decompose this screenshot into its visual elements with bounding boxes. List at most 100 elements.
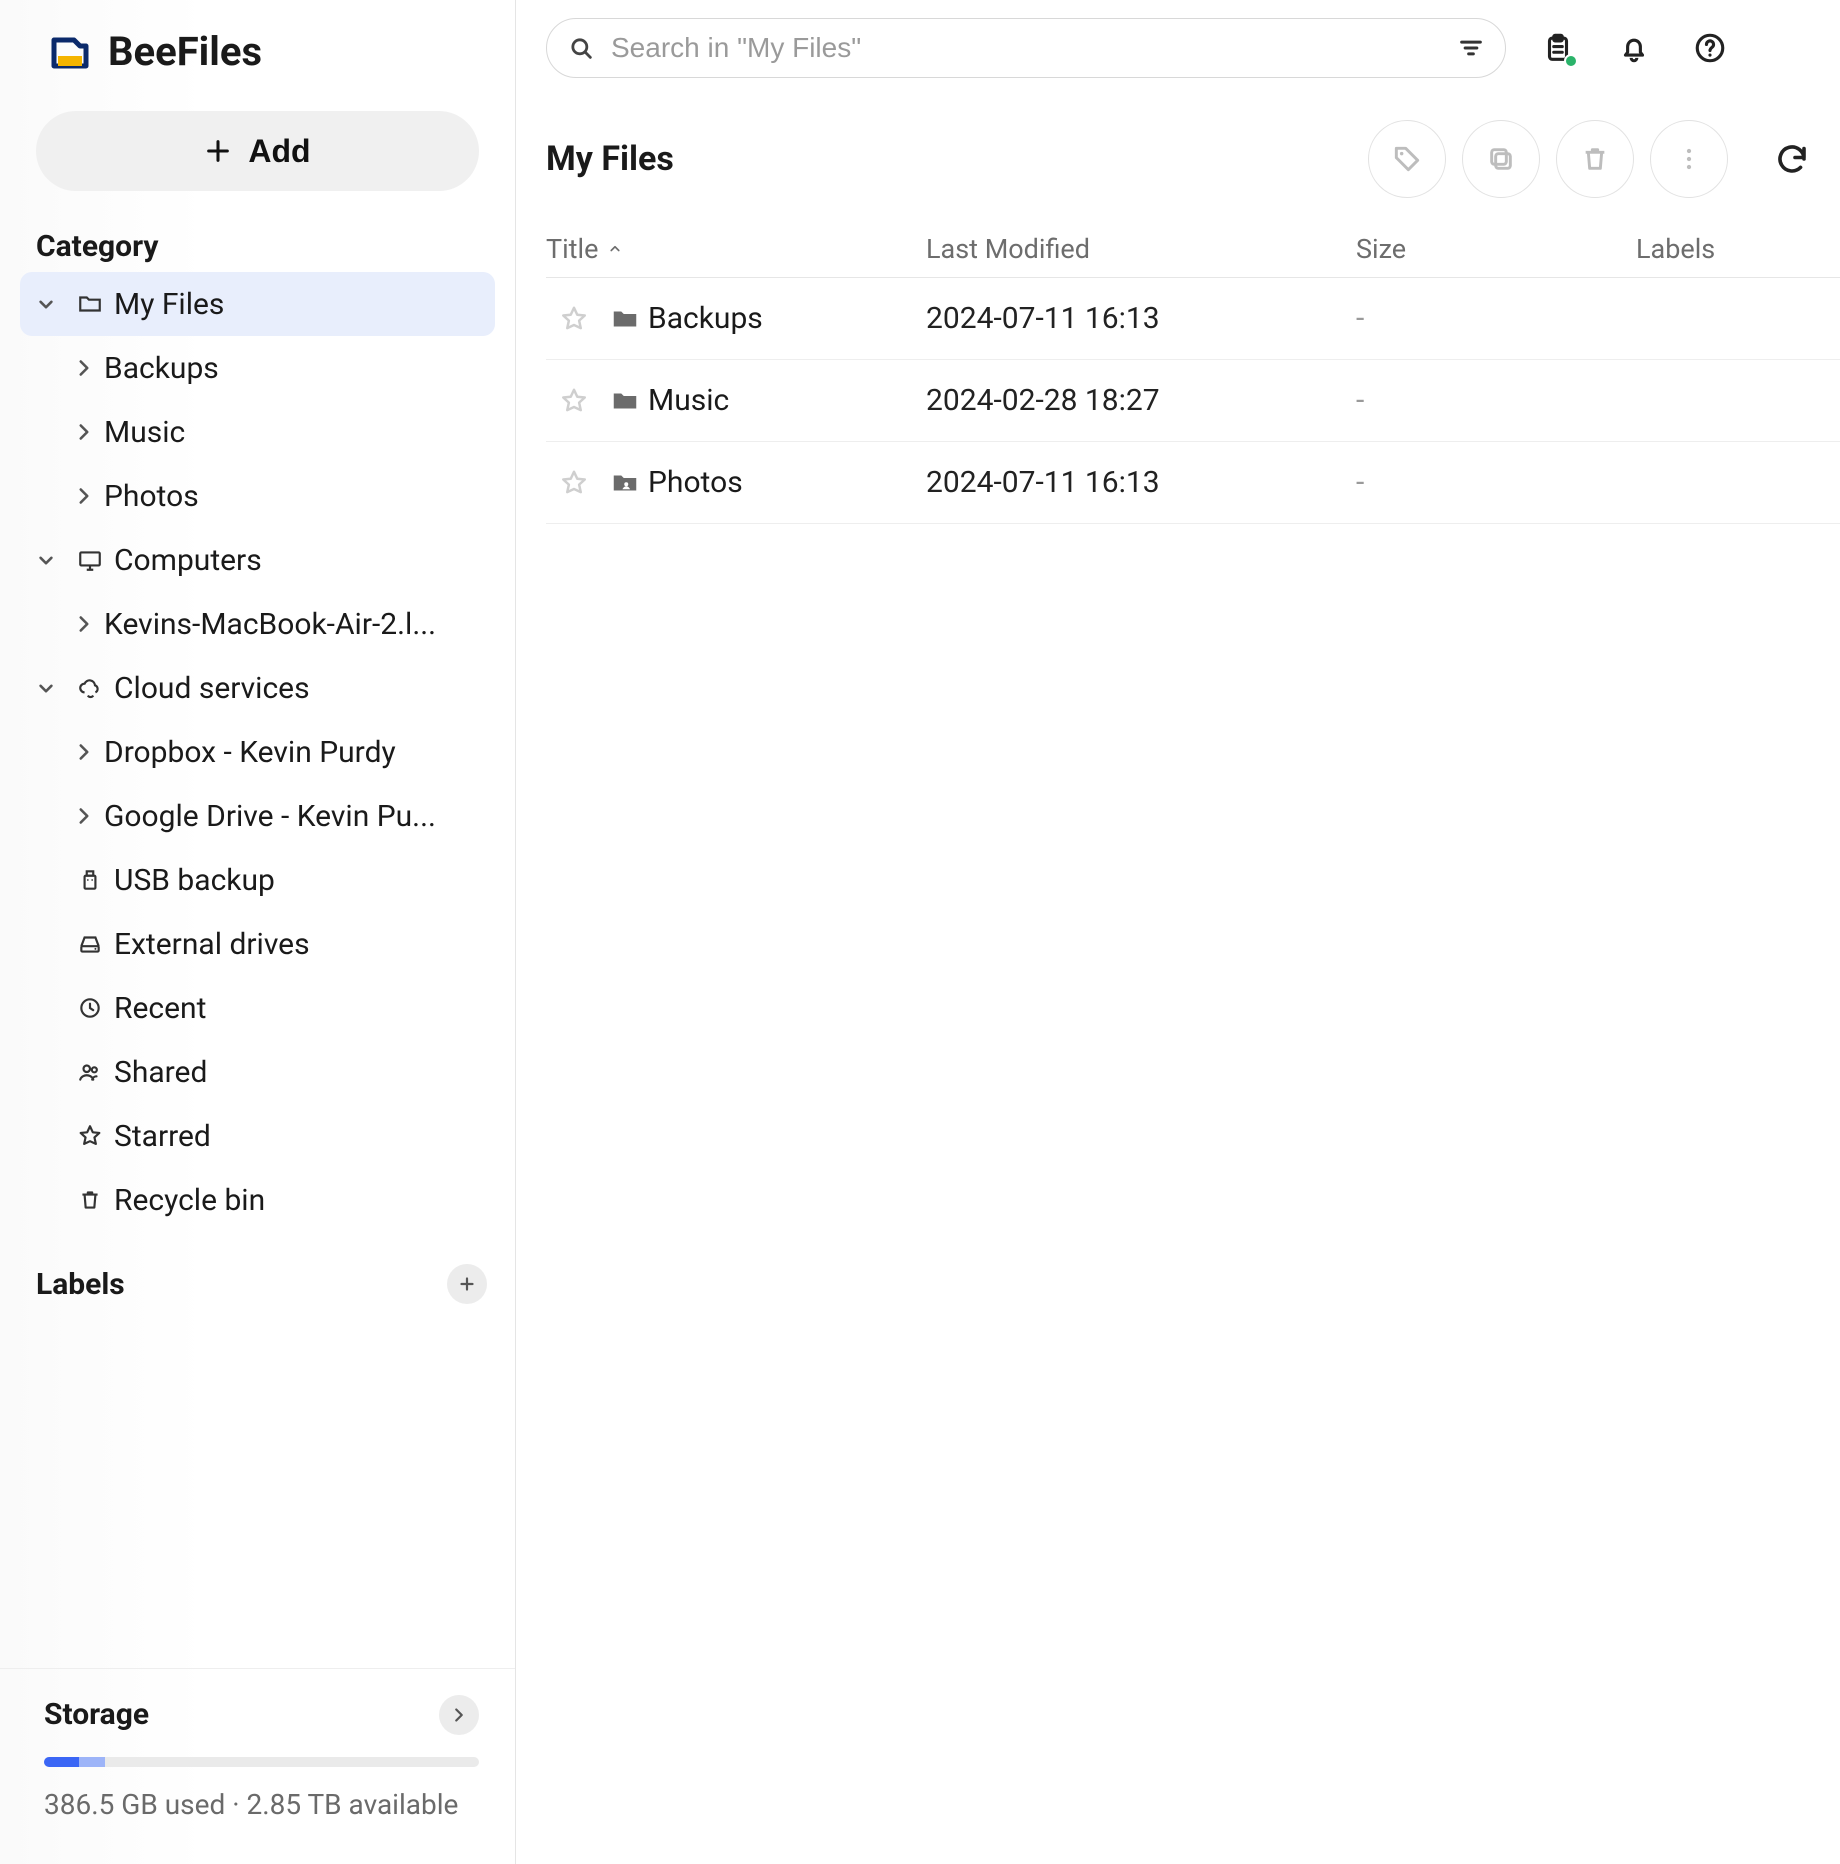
sidebar-item-cloud[interactable]: Cloud services: [20, 656, 495, 720]
app-logo-row: BeeFiles: [0, 0, 515, 103]
star-outline-icon: [559, 304, 589, 334]
column-size-label: Size: [1356, 233, 1406, 265]
storage-bar-used: [44, 1757, 79, 1767]
sidebar-item-label: Backups: [104, 351, 495, 386]
sidebar-item-recycle-bin[interactable]: Recycle bin: [20, 1168, 495, 1232]
storage-title: Storage: [44, 1697, 149, 1732]
refresh-button[interactable]: [1764, 131, 1820, 187]
sidebar-item-external-drives[interactable]: External drives: [20, 912, 495, 976]
sidebar-item-label: Starred: [114, 1119, 495, 1154]
sidebar-item-gdrive[interactable]: Google Drive - Kevin Pu...: [20, 784, 495, 848]
storage-text: 386.5 GB used · 2.85 TB available: [44, 1785, 479, 1824]
sidebar-item-label: Computers: [114, 543, 495, 578]
sidebar-item-label: Music: [104, 415, 495, 450]
notifications-button[interactable]: [1610, 24, 1658, 72]
sidebar-item-label: Recycle bin: [114, 1183, 495, 1218]
people-icon: [66, 1059, 114, 1085]
add-button[interactable]: Add: [36, 111, 479, 191]
sidebar: BeeFiles Add Category My Files Backups M…: [0, 0, 516, 1864]
sidebar-item-photos[interactable]: Photos: [20, 464, 495, 528]
drive-icon: [66, 931, 114, 957]
star-toggle[interactable]: [546, 304, 602, 334]
table-row[interactable]: Music 2024-02-28 18:27 -: [546, 360, 1840, 442]
sidebar-item-music[interactable]: Music: [20, 400, 495, 464]
sidebar-item-usb-backup[interactable]: USB backup: [20, 848, 495, 912]
column-modified[interactable]: Last Modified: [926, 233, 1356, 265]
search-input[interactable]: [611, 32, 1441, 64]
chevron-right-icon[interactable]: [64, 483, 104, 509]
tasks-button[interactable]: [1534, 24, 1582, 72]
column-modified-label: Last Modified: [926, 233, 1090, 265]
sidebar-item-dropbox[interactable]: Dropbox - Kevin Purdy: [20, 720, 495, 784]
plus-icon: [456, 1273, 478, 1295]
sidebar-item-label: My Files: [114, 287, 495, 322]
chevron-right-icon[interactable]: [64, 419, 104, 445]
tag-button[interactable]: [1368, 120, 1446, 198]
topbar: [516, 0, 1840, 96]
file-size: -: [1356, 301, 1636, 336]
file-size: -: [1356, 465, 1636, 500]
column-size[interactable]: Size: [1356, 233, 1636, 265]
sidebar-item-label: Cloud services: [114, 671, 495, 706]
column-labels[interactable]: Labels: [1636, 233, 1840, 265]
table-row[interactable]: Photos 2024-07-11 16:13 -: [546, 442, 1840, 524]
chevron-down-icon[interactable]: [26, 547, 66, 573]
chevron-right-icon[interactable]: [64, 739, 104, 765]
help-button[interactable]: [1686, 24, 1734, 72]
refresh-icon: [1774, 141, 1810, 177]
column-title-label: Title: [546, 233, 598, 265]
sidebar-item-label: Kevins-MacBook-Air-2.l...: [104, 607, 495, 642]
tag-icon: [1391, 143, 1423, 175]
chevron-right-icon[interactable]: [64, 611, 104, 637]
file-name: Backups: [648, 301, 926, 336]
folder-shared-icon: [602, 468, 648, 498]
sidebar-tree: My Files Backups Music Photos Computers …: [0, 272, 515, 1232]
filter-icon[interactable]: [1457, 34, 1485, 62]
search-box[interactable]: [546, 18, 1506, 78]
copy-icon: [1485, 143, 1517, 175]
sidebar-item-starred[interactable]: Starred: [20, 1104, 495, 1168]
sidebar-item-label: Google Drive - Kevin Pu...: [104, 799, 495, 834]
star-toggle[interactable]: [546, 468, 602, 498]
bell-icon: [1617, 31, 1651, 65]
help-icon: [1693, 31, 1727, 65]
sidebar-item-recent[interactable]: Recent: [20, 976, 495, 1040]
labels-title: Labels: [36, 1267, 125, 1302]
clock-icon: [66, 995, 114, 1021]
app-logo-icon: [48, 30, 92, 74]
sidebar-item-kevin-mac[interactable]: Kevins-MacBook-Air-2.l...: [20, 592, 495, 656]
file-modified: 2024-07-11 16:13: [926, 301, 1356, 336]
sidebar-item-label: External drives: [114, 927, 495, 962]
column-title[interactable]: Title: [546, 233, 926, 265]
chevron-down-icon[interactable]: [26, 675, 66, 701]
storage-details-button[interactable]: [439, 1695, 479, 1735]
more-button[interactable]: [1650, 120, 1728, 198]
sidebar-item-backups[interactable]: Backups: [20, 336, 495, 400]
star-icon: [66, 1123, 114, 1149]
chevron-right-icon[interactable]: [64, 355, 104, 381]
labels-header: Labels: [0, 1232, 515, 1312]
sidebar-item-my-files[interactable]: My Files: [20, 272, 495, 336]
chevron-right-icon: [448, 1704, 470, 1726]
storage-bar-other: [79, 1757, 105, 1767]
category-header: Category: [0, 215, 515, 272]
copy-button[interactable]: [1462, 120, 1540, 198]
star-toggle[interactable]: [546, 386, 602, 416]
sidebar-item-shared[interactable]: Shared: [20, 1040, 495, 1104]
sidebar-spacer: [0, 1312, 515, 1668]
app-name: BeeFiles: [108, 28, 262, 75]
file-size: -: [1356, 383, 1636, 418]
sidebar-item-computers[interactable]: Computers: [20, 528, 495, 592]
delete-button[interactable]: [1556, 120, 1634, 198]
sidebar-item-label: USB backup: [114, 863, 495, 898]
add-label-button[interactable]: [447, 1264, 487, 1304]
chevron-down-icon[interactable]: [26, 291, 66, 317]
chevron-right-icon[interactable]: [64, 803, 104, 829]
cloud-sync-icon: [66, 675, 114, 701]
table-row[interactable]: Backups 2024-07-11 16:13 -: [546, 278, 1840, 360]
usb-icon: [66, 867, 114, 893]
sidebar-item-label: Shared: [114, 1055, 495, 1090]
plus-icon: [204, 137, 232, 165]
file-modified: 2024-02-28 18:27: [926, 383, 1356, 418]
title-row: My Files: [516, 96, 1840, 220]
